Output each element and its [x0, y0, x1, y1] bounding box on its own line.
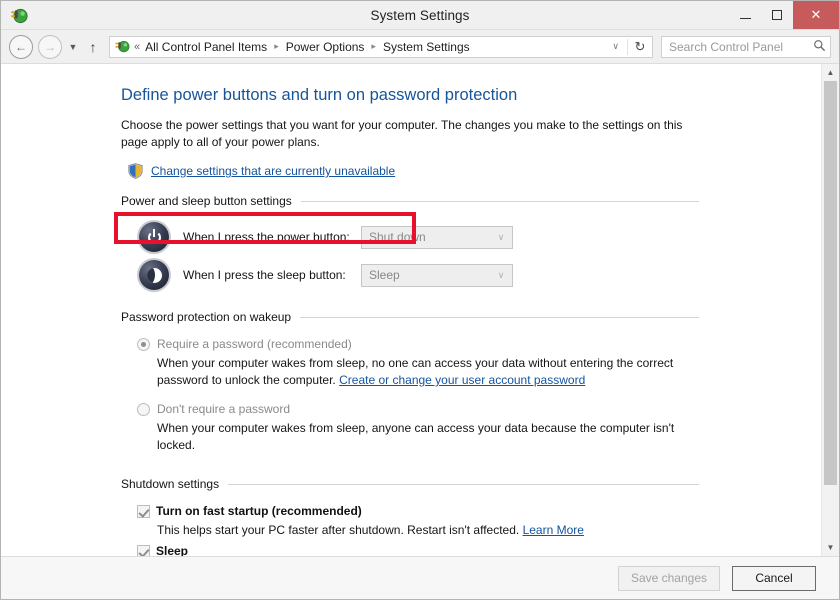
breadcrumb-separator-icon[interactable]: ▸ — [268, 41, 285, 52]
breadcrumb: All Control Panel Items ▸ Power Options … — [144, 40, 604, 54]
power-button-setting-row: When I press the power button: Shut down… — [121, 218, 801, 256]
group-divider — [300, 316, 699, 318]
window-body: Define power buttons and turn on passwor… — [1, 64, 839, 556]
maximize-button[interactable] — [761, 1, 793, 29]
change-settings-link[interactable]: Change settings that are currently unava… — [151, 164, 395, 178]
learn-more-link[interactable]: Learn More — [523, 523, 584, 537]
fast-startup-row[interactable]: Turn on fast startup (recommended) — [121, 501, 801, 521]
require-password-label: Require a password (recommended) — [157, 337, 352, 351]
change-settings-link-row[interactable]: Change settings that are currently unava… — [128, 160, 801, 182]
fast-startup-label: Turn on fast startup (recommended) — [156, 504, 362, 518]
shutdown-settings-group-header: Shutdown settings — [121, 477, 699, 491]
address-bar[interactable]: « All Control Panel Items ▸ Power Option… — [109, 35, 653, 58]
address-toolbar: ← → ▼ ↑ « All Control Panel Items ▸ Powe… — [1, 30, 839, 64]
system-settings-window: System Settings ✕ ← → ▼ ↑ « All Control … — [0, 0, 840, 600]
fast-startup-checkbox[interactable] — [137, 504, 150, 518]
vertical-scrollbar[interactable]: ▲ ▼ — [821, 64, 839, 556]
minimize-button[interactable] — [729, 1, 761, 29]
window-title: System Settings — [370, 7, 470, 23]
forward-button[interactable]: → — [38, 34, 62, 59]
sleep-checkbox[interactable] — [137, 544, 150, 556]
group-divider — [228, 483, 699, 485]
fast-startup-description: This helps start your PC faster after sh… — [157, 522, 801, 539]
address-dropdown-caret-icon[interactable]: ∨ — [604, 41, 627, 52]
power-sleep-group-label: Power and sleep button settings — [121, 194, 292, 208]
content-pane: Define power buttons and turn on passwor… — [1, 64, 821, 556]
cancel-button[interactable]: Cancel — [732, 565, 816, 591]
sleep-row[interactable]: Sleep — [121, 541, 801, 556]
close-button[interactable]: ✕ — [793, 1, 839, 29]
create-change-password-link[interactable]: Create or change your user account passw… — [339, 373, 585, 387]
require-password-description: When your computer wakes from sleep, no … — [157, 355, 687, 389]
power-button-dropdown[interactable]: Shut down ∨ — [361, 225, 513, 249]
sleep-button-dropdown[interactable]: Sleep ∨ — [361, 263, 513, 287]
power-sleep-group-header: Power and sleep button settings — [121, 194, 699, 208]
sleep-button-setting-row: When I press the sleep button: Sleep ∨ — [121, 256, 801, 294]
uac-shield-icon — [128, 163, 143, 179]
dont-require-password-option[interactable]: Don't require a password When your compu… — [121, 399, 801, 454]
shutdown-settings-group-label: Shutdown settings — [121, 477, 220, 491]
power-button-dropdown-value: Shut down — [369, 230, 426, 244]
sleep-button-label: When I press the sleep button: — [183, 268, 346, 282]
page-description: Choose the power settings that you want … — [121, 118, 683, 149]
power-button-icon — [139, 222, 169, 252]
breadcrumb-item-system-settings[interactable]: System Settings — [382, 40, 471, 54]
breadcrumb-item-all-control-panel-items[interactable]: All Control Panel Items — [144, 40, 268, 54]
scroll-up-arrow-icon[interactable]: ▲ — [822, 64, 839, 81]
back-button[interactable]: ← — [9, 34, 33, 59]
fast-startup-description-text: This helps start your PC faster after sh… — [157, 523, 523, 537]
require-password-option[interactable]: Require a password (recommended) When yo… — [121, 334, 801, 389]
up-button[interactable]: ↑ — [83, 39, 103, 55]
title-bar: System Settings ✕ — [1, 1, 839, 30]
sleep-label: Sleep — [156, 544, 189, 556]
refresh-icon[interactable]: ↻ — [627, 38, 652, 55]
save-changes-button[interactable]: Save changes — [617, 565, 720, 591]
breadcrumb-item-power-options[interactable]: Power Options — [285, 40, 366, 54]
chevron-down-icon: ∨ — [497, 231, 505, 242]
require-password-radio[interactable] — [137, 337, 150, 351]
dont-require-password-description: When your computer wakes from sleep, any… — [157, 421, 675, 452]
address-power-plug-icon — [114, 39, 131, 54]
dont-require-password-radio[interactable] — [137, 402, 150, 416]
window-controls: ✕ — [729, 1, 839, 29]
group-divider — [300, 200, 699, 202]
recent-locations-caret-icon[interactable]: ▼ — [65, 42, 81, 52]
scrollbar-thumb[interactable] — [824, 81, 837, 485]
sleep-button-dropdown-value: Sleep — [369, 268, 400, 282]
power-button-label: When I press the power button: — [183, 230, 350, 244]
password-protection-group-label: Password protection on wakeup — [121, 310, 292, 324]
dialog-footer: Save changes Cancel — [1, 556, 839, 599]
window-power-plug-icon — [8, 4, 30, 26]
maximize-icon — [772, 10, 782, 20]
page-title: Define power buttons and turn on passwor… — [121, 86, 518, 104]
sleep-button-icon — [139, 260, 169, 290]
search-box[interactable]: Search Control Panel — [661, 35, 831, 58]
chevron-down-icon: ∨ — [497, 269, 505, 280]
password-protection-group-header: Password protection on wakeup — [121, 310, 699, 324]
search-input[interactable]: Search Control Panel — [662, 40, 808, 54]
breadcrumb-overflow-icon[interactable]: « — [134, 41, 140, 53]
minimize-icon — [739, 17, 751, 19]
search-icon — [808, 39, 830, 55]
dont-require-password-label: Don't require a password — [157, 402, 291, 416]
scrollbar-track[interactable] — [822, 81, 839, 539]
scroll-down-arrow-icon[interactable]: ▼ — [822, 539, 839, 556]
breadcrumb-separator-icon[interactable]: ▸ — [365, 41, 382, 52]
